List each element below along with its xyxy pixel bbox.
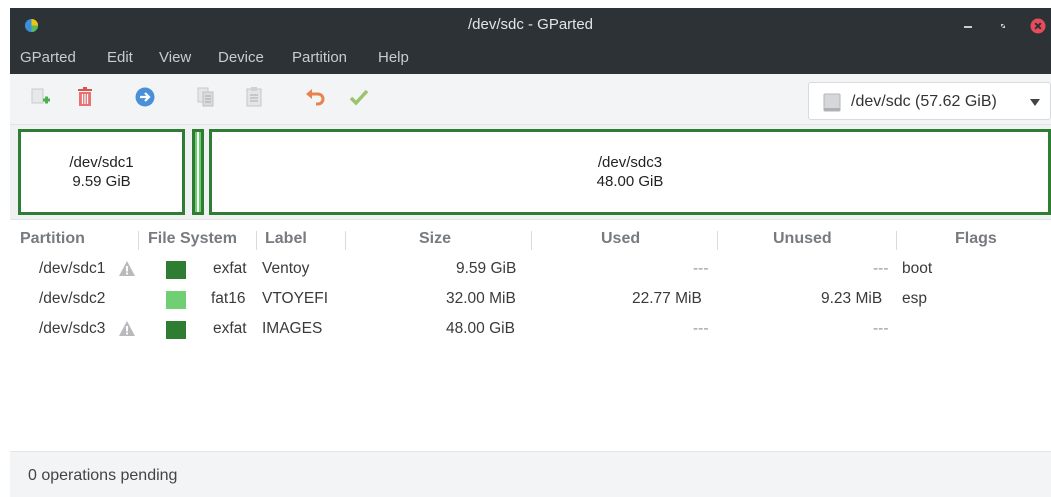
cell-flags: esp [902,290,927,307]
header-used[interactable]: Used [601,230,640,248]
undo-icon[interactable] [304,86,326,108]
column-separator[interactable] [717,231,718,250]
header-flags[interactable]: Flags [955,230,997,248]
menu-edit[interactable]: Edit [107,49,133,66]
header-unused[interactable]: Unused [773,230,832,248]
paste-icon[interactable] [243,86,265,108]
header-partition[interactable]: Partition [20,230,85,248]
column-separator[interactable] [256,231,257,250]
cell-file-system: fat16 [211,290,246,307]
cell-file-system: exfat [213,260,247,277]
cell-partition: /dev/sdc1 [39,260,106,277]
menu-gparted[interactable]: GParted [20,49,76,66]
cell-file-system: exfat [213,320,247,337]
partition-name: /dev/sdc3 [597,154,663,171]
partition-size: 48.00 GiB [596,173,664,190]
cell-used: --- [693,260,709,277]
toolbar: /dev/sdc (57.62 GiB) [10,74,1051,125]
menu-help[interactable]: Help [378,49,409,66]
partition-block-sdc3[interactable]: /dev/sdc3 48.00 GiB [209,129,1051,215]
device-label: /dev/sdc (57.62 GiB) [851,93,997,110]
table-row-sdc1[interactable]: /dev/sdc1 exfat Ventoy 9.59 GiB --- --- … [10,255,1051,285]
cell-size: 32.00 MiB [446,290,516,307]
partition-used-bar [197,132,199,212]
partition-size: 9.59 GiB [72,173,131,190]
cell-size: 9.59 GiB [456,260,517,277]
column-separator[interactable] [531,231,532,250]
title-bar: /dev/sdc - GParted [10,8,1051,43]
cell-unused: --- [873,320,889,337]
filesystem-color-swatch [166,291,186,309]
cell-partition: /dev/sdc3 [39,320,106,337]
resize-move-icon[interactable] [134,86,156,108]
header-label[interactable]: Label [265,230,307,248]
operations-pending-status: 0 operations pending [28,467,178,484]
chevron-down-icon [1030,99,1040,106]
cell-flags: boot [902,260,933,277]
header-file-system[interactable]: File System [148,230,237,248]
window-title: /dev/sdc - GParted [467,16,594,33]
warning-icon [119,261,135,276]
maximize-icon[interactable] [995,18,1011,34]
filesystem-color-swatch [166,261,186,279]
menu-partition[interactable]: Partition [292,49,347,66]
minimize-icon[interactable] [960,18,976,34]
cell-used: --- [693,320,709,337]
partition-block-sdc1[interactable]: /dev/sdc1 9.59 GiB [18,129,185,215]
disk-partition-map: /dev/sdc1 9.59 GiB /dev/sdc3 48.00 GiB [10,125,1051,219]
partition-name: /dev/sdc1 [69,154,134,171]
device-selector[interactable]: /dev/sdc (57.62 GiB) [808,82,1051,120]
table-row-sdc2[interactable]: /dev/sdc2 fat16 VTOYEFI 32.00 MiB 22.77 … [10,285,1051,315]
new-partition-icon[interactable] [30,86,52,108]
apply-icon[interactable] [348,86,370,108]
cell-size: 48.00 GiB [446,320,515,337]
column-separator[interactable] [896,231,897,250]
cell-unused: 9.23 MiB [821,290,883,307]
cell-label: IMAGES [262,320,323,337]
cell-label: Ventoy [262,260,310,277]
partition-block-sdc2[interactable] [192,129,204,215]
menu-bar: GParted Edit View Device Partition Help [10,43,1051,74]
cell-label: VTOYEFI [262,290,329,307]
cell-unused: --- [873,260,889,277]
cell-used: 22.77 MiB [632,290,702,307]
cell-partition: /dev/sdc2 [39,290,106,307]
table-row-sdc3[interactable]: /dev/sdc3 exfat IMAGES 48.00 GiB --- --- [10,315,1051,345]
status-bar: 0 operations pending [10,451,1051,497]
column-separator[interactable] [345,231,346,250]
close-icon[interactable] [1030,18,1046,34]
disk-icon [823,93,841,112]
column-separator[interactable] [138,231,139,250]
delete-partition-icon[interactable] [74,86,96,108]
menu-view[interactable]: View [159,49,191,66]
warning-icon [119,321,135,336]
menu-device[interactable]: Device [218,49,264,66]
partition-table: Partition File System Label Size Used Un… [10,219,1051,451]
filesystem-color-swatch [166,321,186,339]
copy-icon[interactable] [195,86,217,108]
header-size[interactable]: Size [419,230,451,248]
